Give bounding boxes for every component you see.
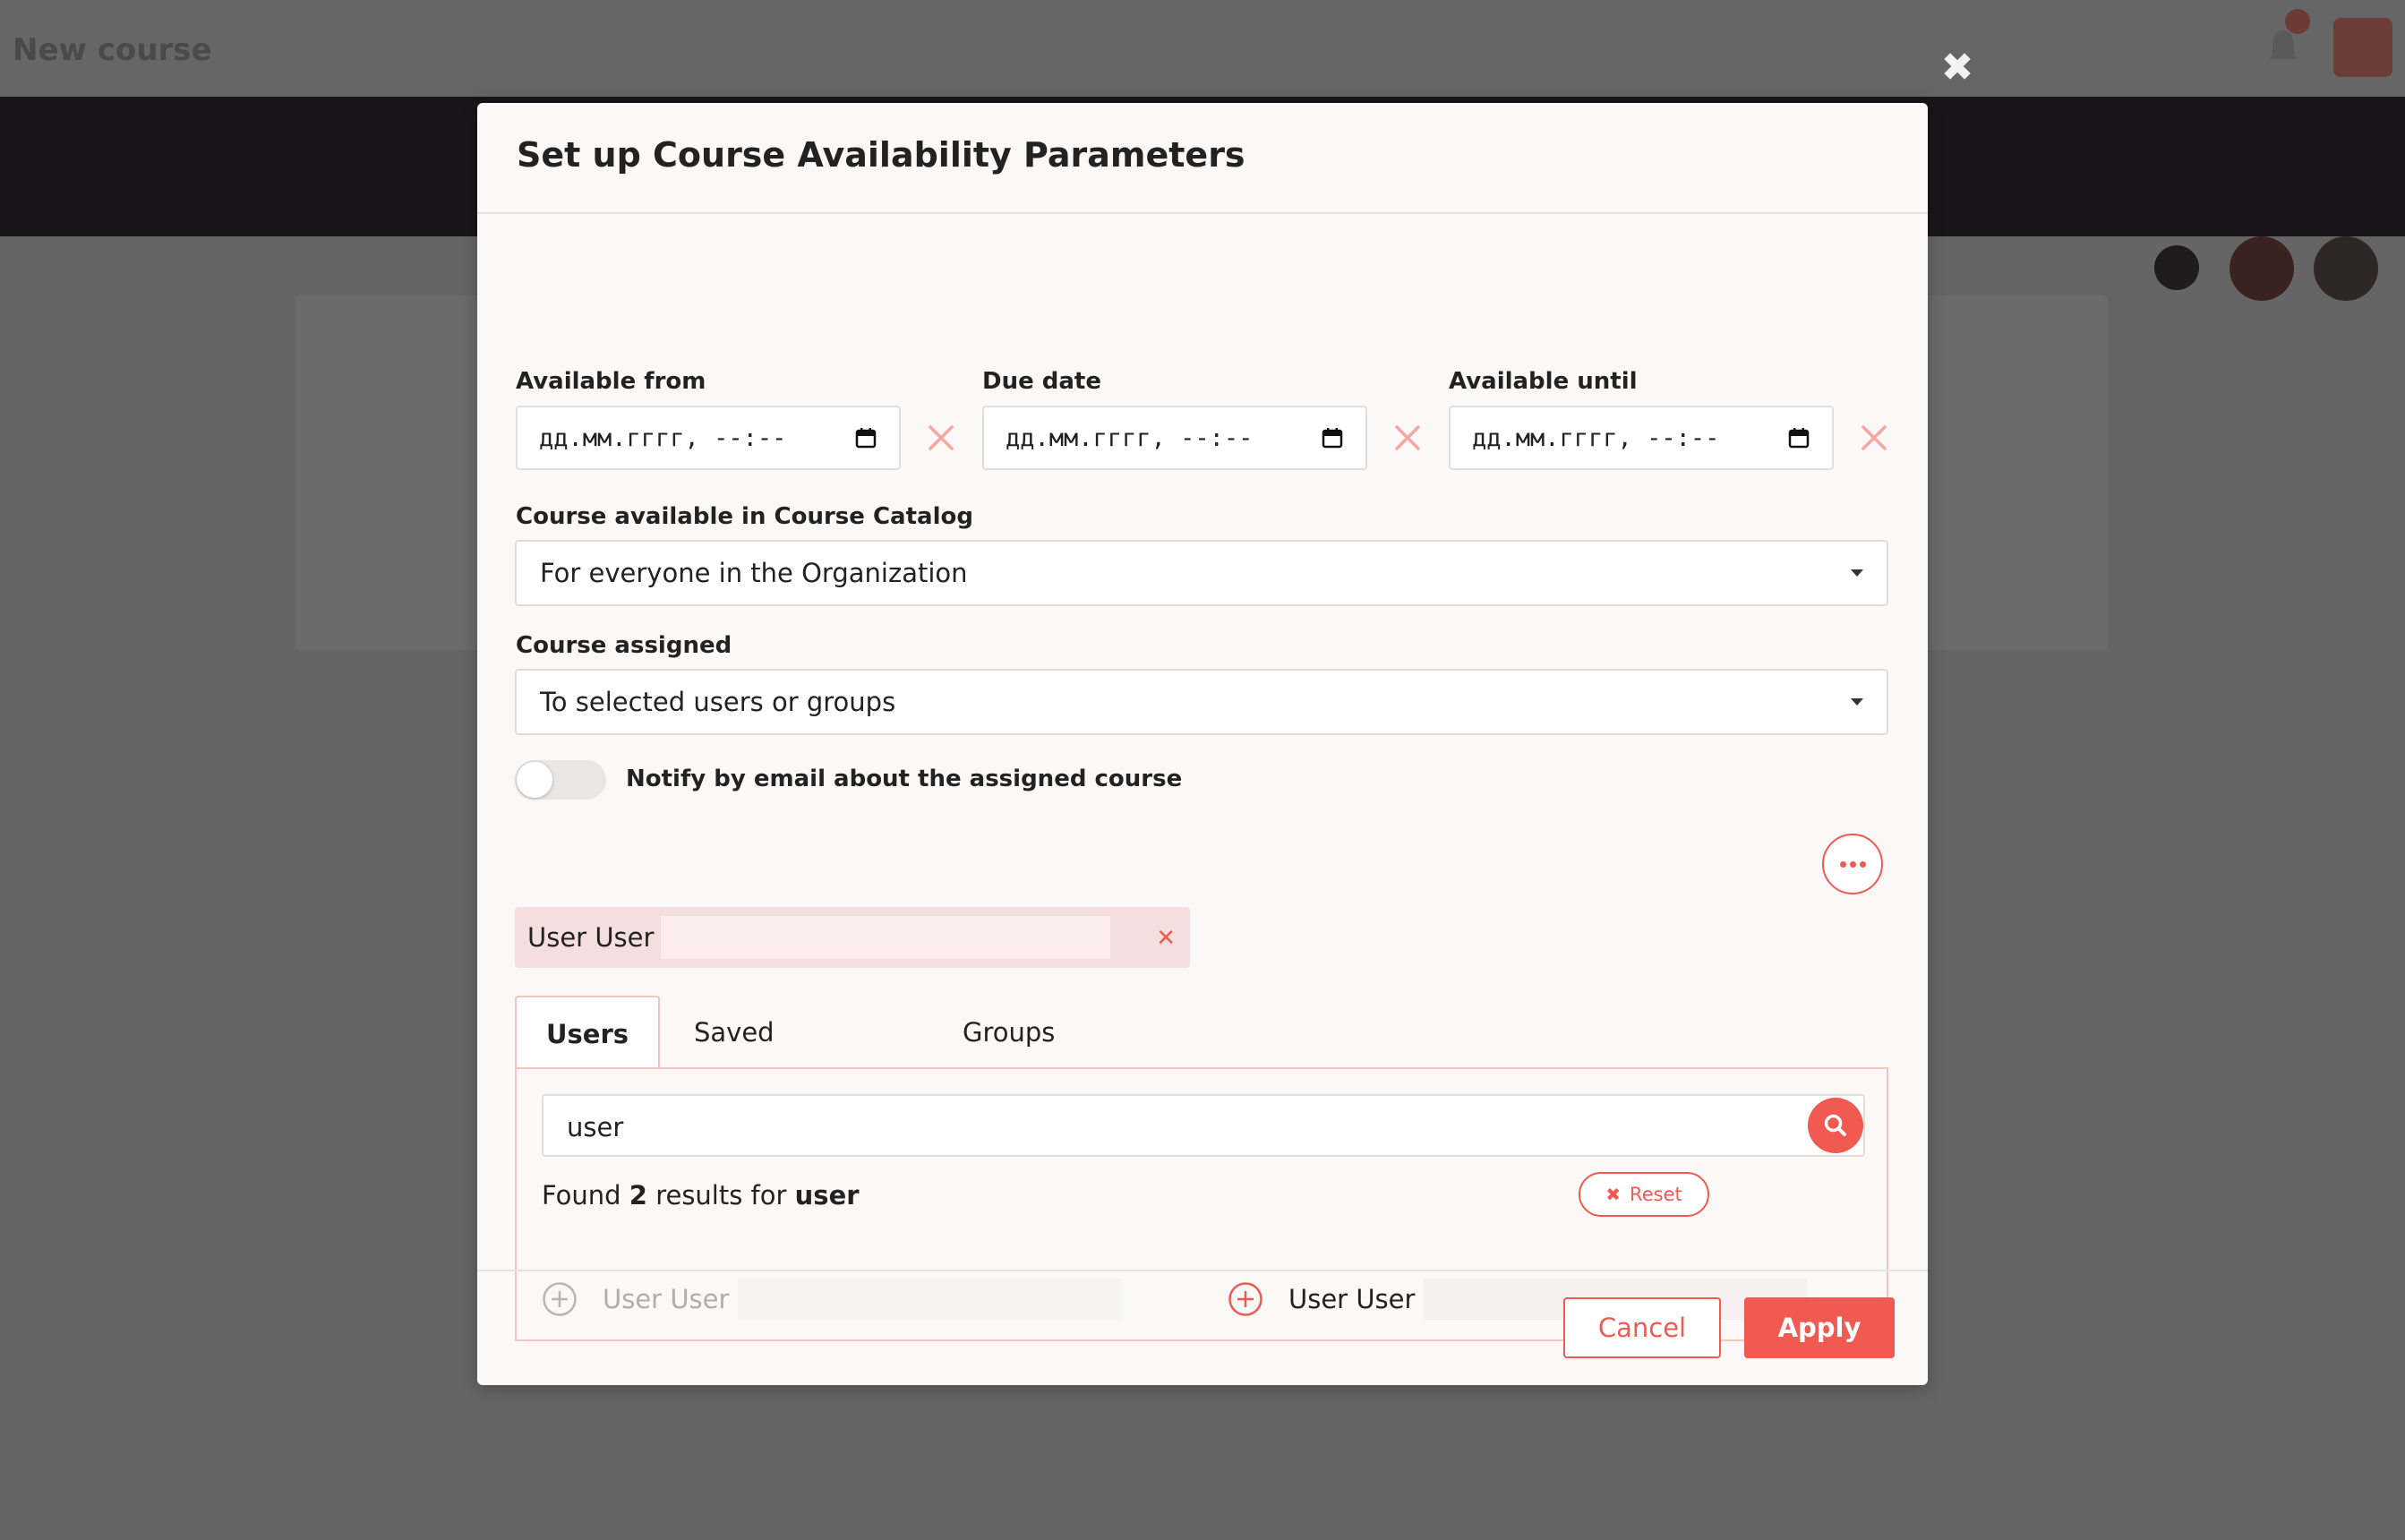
redacted-field [661, 916, 1111, 959]
close-icon[interactable]: ✖ [1938, 48, 1977, 88]
toggle-knob [517, 762, 552, 798]
calendar-icon[interactable] [1321, 426, 1344, 449]
user-search-value: user [567, 1112, 624, 1142]
modal-header: Set up Course Availability Parameters [477, 103, 1928, 214]
results-count: 2 [629, 1180, 647, 1211]
clear-available-until-icon[interactable] [1856, 420, 1892, 456]
dot [1859, 860, 1866, 868]
selected-user-chip: User User ✕ [515, 907, 1190, 968]
calendar-icon[interactable] [854, 426, 877, 449]
tab-users[interactable]: Users [515, 996, 660, 1069]
more-options-button[interactable] [1822, 834, 1883, 894]
clear-available-from-icon[interactable] [923, 420, 959, 456]
header-icon-3 [2314, 236, 2378, 301]
clear-due-date-icon[interactable] [1390, 420, 1425, 456]
app-topbar: New course [0, 0, 2405, 97]
search-results-summary: Found 2 results for user [542, 1180, 860, 1211]
page-title: New course [13, 32, 212, 68]
header-icon-1 [2154, 245, 2199, 290]
user-search-input[interactable]: user [542, 1094, 1865, 1157]
calendar-icon[interactable] [1787, 426, 1810, 449]
due-date-input[interactable]: дд.мм.гггг, --:-- [982, 406, 1367, 470]
assigned-label: Course assigned [516, 632, 732, 659]
modal-footer: Cancel Apply [477, 1270, 1928, 1385]
available-until-label: Available until [1449, 368, 1638, 395]
available-from-input[interactable]: дд.мм.гггг, --:-- [516, 406, 901, 470]
available-from-value: дд.мм.гггг, --:-- [539, 424, 787, 452]
available-until-input[interactable]: дд.мм.гггг, --:-- [1449, 406, 1834, 470]
selected-user-name: User User [527, 922, 655, 953]
search-icon [1824, 1114, 1846, 1136]
catalog-label: Course available in Course Catalog [516, 503, 973, 530]
due-date-label: Due date [982, 368, 1101, 395]
catalog-select-value: For everyone in the Organization [540, 558, 968, 588]
notify-toggle-label: Notify by email about the assigned cours… [626, 766, 1183, 792]
due-date-value: дд.мм.гггг, --:-- [1006, 424, 1254, 452]
cancel-button[interactable]: Cancel [1563, 1297, 1721, 1358]
assigned-select[interactable]: To selected users or groups [515, 669, 1888, 735]
user-avatar [2333, 18, 2392, 77]
header-icon-2 [2230, 236, 2294, 301]
modal-title: Set up Course Availability Parameters [517, 135, 1245, 175]
notify-toggle[interactable] [515, 760, 606, 800]
dot [1839, 860, 1846, 868]
dot [1849, 860, 1856, 868]
chevron-down-icon [1851, 698, 1863, 706]
catalog-select[interactable]: For everyone in the Organization [515, 540, 1888, 606]
tab-saved-user-lists[interactable]: Saved User Lists [694, 996, 775, 1194]
apply-button[interactable]: Apply [1744, 1297, 1895, 1358]
remove-chip-icon[interactable]: ✕ [1156, 925, 1176, 952]
results-query: user [794, 1180, 860, 1211]
chevron-down-icon [1851, 569, 1863, 577]
availability-modal: Set up Course Availability Parameters Av… [477, 103, 1928, 1385]
available-from-label: Available from [516, 368, 706, 395]
results-middle: results for [655, 1180, 787, 1211]
assigned-select-value: To selected users or groups [540, 687, 896, 717]
close-icon: ✖ [1605, 1184, 1622, 1205]
tab-groups[interactable]: Groups [963, 996, 1055, 1069]
results-prefix: Found [542, 1180, 621, 1211]
available-until-value: дд.мм.гггг, --:-- [1472, 424, 1720, 452]
reset-label: Reset [1630, 1184, 1682, 1205]
search-button[interactable] [1808, 1098, 1863, 1153]
notification-count-badge [2285, 9, 2310, 34]
reset-button[interactable]: ✖ Reset [1579, 1172, 1709, 1217]
